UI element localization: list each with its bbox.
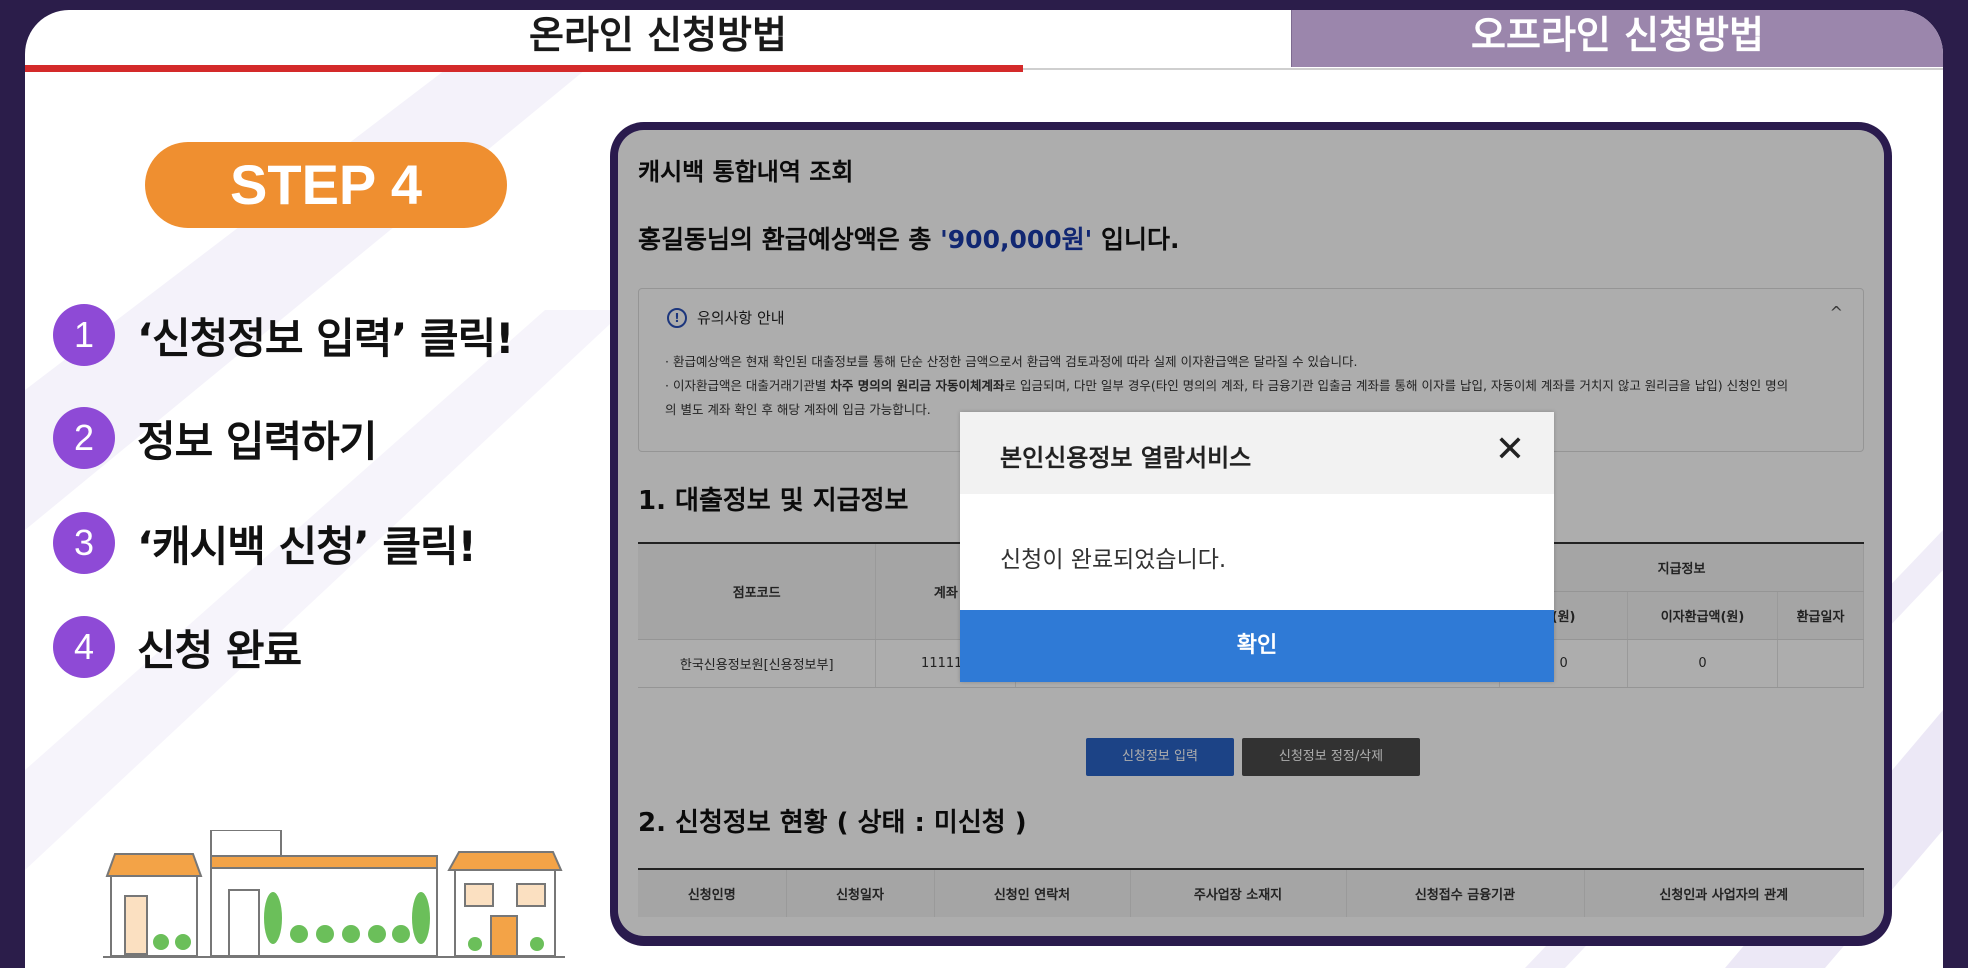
step-number: 4 (53, 616, 115, 678)
step-text: 신청 완료 (137, 625, 302, 675)
storefront-illustration (103, 830, 565, 958)
confirm-button[interactable]: 확인 (960, 610, 1554, 682)
tab-offline[interactable]: 오프라인 신청방법 (1291, 10, 1943, 67)
step-item-2: 2 정보 입력하기 (53, 407, 377, 469)
step-number: 2 (53, 407, 115, 469)
tab-online[interactable]: 온라인 신청방법 (25, 10, 1291, 65)
tab-active-indicator (25, 65, 1023, 72)
step-number: 1 (53, 304, 115, 366)
step-item-3: 3 ‘캐시백 신청’ 클릭! (53, 512, 477, 574)
step-item-4: 4 신청 완료 (53, 616, 302, 678)
close-icon[interactable]: ✕ (1490, 430, 1530, 470)
step-text: ‘캐시백 신청’ 클릭! (137, 521, 477, 571)
modal-message: 신청이 완료되었습니다. (1000, 547, 1227, 573)
step-text: 정보 입력하기 (137, 416, 377, 466)
modal-title: 본인신용정보 열람서비스 (1000, 444, 1252, 472)
step-item-1: 1 ‘신청정보 입력’ 클릭! (53, 304, 514, 366)
step-number: 3 (53, 512, 115, 574)
step-badge: STEP 4 (145, 142, 507, 228)
step-text: ‘신청정보 입력’ 클릭! (137, 313, 514, 363)
confirm-modal: 본인신용정보 열람서비스 ✕ 신청이 완료되었습니다. 확인 (960, 412, 1554, 682)
